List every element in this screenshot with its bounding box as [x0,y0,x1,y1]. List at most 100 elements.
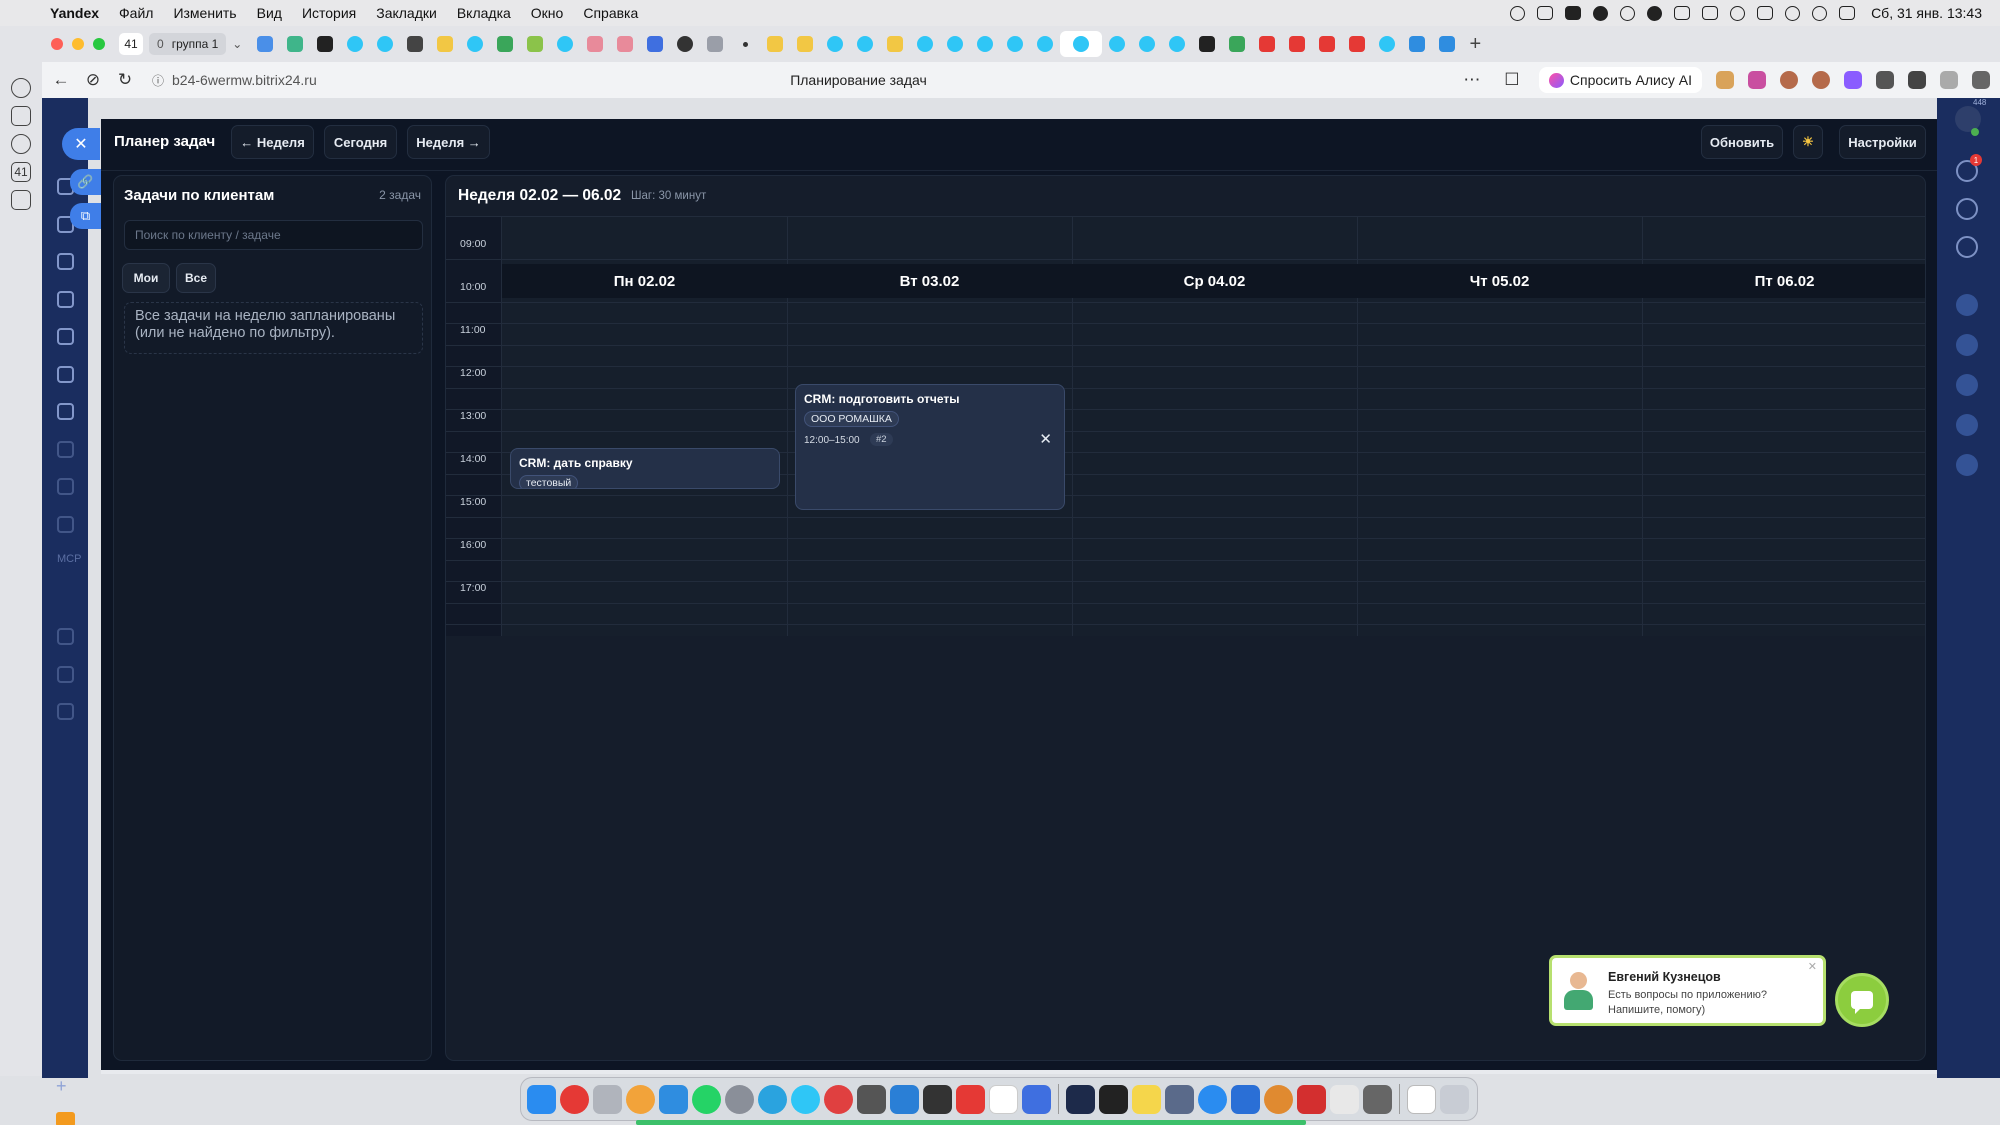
extension-icon[interactable] [1812,71,1830,89]
downloads-icon[interactable] [1940,71,1958,89]
tab[interactable] [1372,31,1402,57]
screenshot-icon[interactable] [11,190,31,210]
close-slider-button[interactable]: ✕ [62,128,100,160]
word-icon[interactable] [1231,1084,1260,1114]
filter-mine-button[interactable]: Мои [122,263,170,293]
menu-file[interactable]: Файл [119,5,153,21]
more-icon[interactable]: ⋯ [1459,67,1485,93]
tab[interactable] [1030,31,1060,57]
menu-mcp[interactable]: MCP [57,553,81,570]
tab[interactable] [400,31,430,57]
history-icon[interactable] [11,78,31,98]
copy-link-icon[interactable]: 🔗 [70,169,101,195]
app-icon[interactable] [1066,1084,1095,1114]
chat-status-icon[interactable] [1593,5,1609,21]
tab[interactable] [1342,31,1372,57]
menu-cart-icon[interactable] [57,291,74,308]
trash-icon[interactable] [1440,1084,1469,1114]
bitrix24-app-icon[interactable] [791,1084,820,1114]
menu-item-icon[interactable] [57,666,74,683]
chat-avatar[interactable] [1956,454,1978,476]
video-icon[interactable] [11,134,31,154]
tab[interactable] [880,31,910,57]
finder-icon[interactable] [527,1084,556,1114]
openlines-icon[interactable] [1956,198,1978,220]
menu-crm-icon[interactable] [57,253,74,270]
menu-window[interactable]: Окно [531,5,564,21]
app-icon[interactable] [1165,1084,1194,1114]
url-text[interactable]: b24-6wermw.bitrix24.ru [172,72,317,88]
yandex-home-icon[interactable]: ⊘ [80,67,106,93]
headphones-icon[interactable] [1510,5,1526,21]
app-icon[interactable] [1198,1084,1227,1114]
theme-toggle-icon[interactable]: ☀ [1793,125,1823,159]
close-popup-icon[interactable]: ✕ [1808,960,1817,973]
extension-icon[interactable] [1716,71,1734,89]
menu-marketing-icon[interactable] [57,366,74,383]
menu-developer-icon[interactable] [57,516,74,533]
tab[interactable] [1222,31,1252,57]
site-info-icon[interactable]: ⓘ [152,72,164,89]
whatsapp-icon[interactable] [692,1084,721,1114]
tab[interactable] [790,31,820,57]
tab[interactable] [1132,31,1162,57]
photos-icon[interactable] [626,1084,655,1114]
tab[interactable] [820,31,850,57]
extension-icon[interactable] [1748,71,1766,89]
menu-help[interactable]: Справка [583,5,638,21]
calendar-grid[interactable]: 09:00 10:00 11:00 12:00 13:00 14:00 15:0… [446,216,1925,636]
app-icon[interactable] [824,1084,853,1114]
task-event[interactable]: CRM: дать справку тестовый [510,448,780,489]
tab[interactable] [490,31,520,57]
tab[interactable] [610,31,640,57]
tab[interactable] [640,31,670,57]
tab[interactable] [430,31,460,57]
tab-group[interactable]: 0 группа 1 [149,33,227,55]
tab[interactable] [1402,31,1432,57]
extension-icon[interactable] [1780,71,1798,89]
extension-icon[interactable] [1908,71,1926,89]
keyboard-layout-icon[interactable] [1702,6,1719,20]
menu-app-name[interactable]: Yandex [50,5,99,21]
tab[interactable] [520,31,550,57]
tab[interactable] [910,31,940,57]
tab[interactable] [760,31,790,57]
tab[interactable] [1312,31,1342,57]
extension-icon[interactable] [1876,71,1894,89]
chat-avatar[interactable] [1956,414,1978,436]
tab[interactable] [280,31,310,57]
tab[interactable] [730,31,760,57]
address-bar[interactable]: ⓘ b24-6wermw.bitrix24.ru [152,72,317,89]
next-week-button[interactable]: Неделя → [407,125,490,159]
tab[interactable] [850,31,880,57]
open-new-window-icon[interactable]: ⧉ [70,203,101,229]
menu-item-icon[interactable] [57,703,74,720]
menu-tab[interactable]: Вкладка [457,5,511,21]
collections-icon[interactable] [11,106,31,126]
search-input[interactable] [124,220,423,250]
tab[interactable] [370,31,400,57]
apple-icon[interactable] [18,4,36,22]
app-store-icon[interactable] [659,1084,688,1114]
tab[interactable] [550,31,580,57]
tab-count[interactable]: 41 [119,33,143,55]
play-icon[interactable] [1730,5,1746,21]
system-settings-icon[interactable] [725,1084,754,1114]
chat-avatar[interactable] [1956,334,1978,356]
calendar-app-icon[interactable] [989,1084,1018,1114]
vscode-icon[interactable] [890,1084,919,1114]
add-menu-item-icon[interactable]: + [56,1076,67,1097]
tunnel-icon[interactable] [1565,6,1582,20]
search-icon[interactable] [1956,236,1978,258]
ask-alice-button[interactable]: Спросить Алису AI [1538,67,1702,93]
volume-icon[interactable] [1757,6,1774,20]
tabs-counter-icon[interactable]: 41 [11,162,31,182]
control-center-icon[interactable] [1839,6,1856,20]
today-button[interactable]: Сегодня [324,125,397,159]
app-icon[interactable] [857,1084,886,1114]
chat-popup[interactable]: Евгений Кузнецов Есть вопросы по приложе… [1549,955,1826,1026]
notes-icon[interactable] [1132,1084,1161,1114]
tab[interactable] [1162,31,1192,57]
menu-automation-icon[interactable] [57,403,74,420]
terminal-icon[interactable] [1099,1084,1128,1114]
